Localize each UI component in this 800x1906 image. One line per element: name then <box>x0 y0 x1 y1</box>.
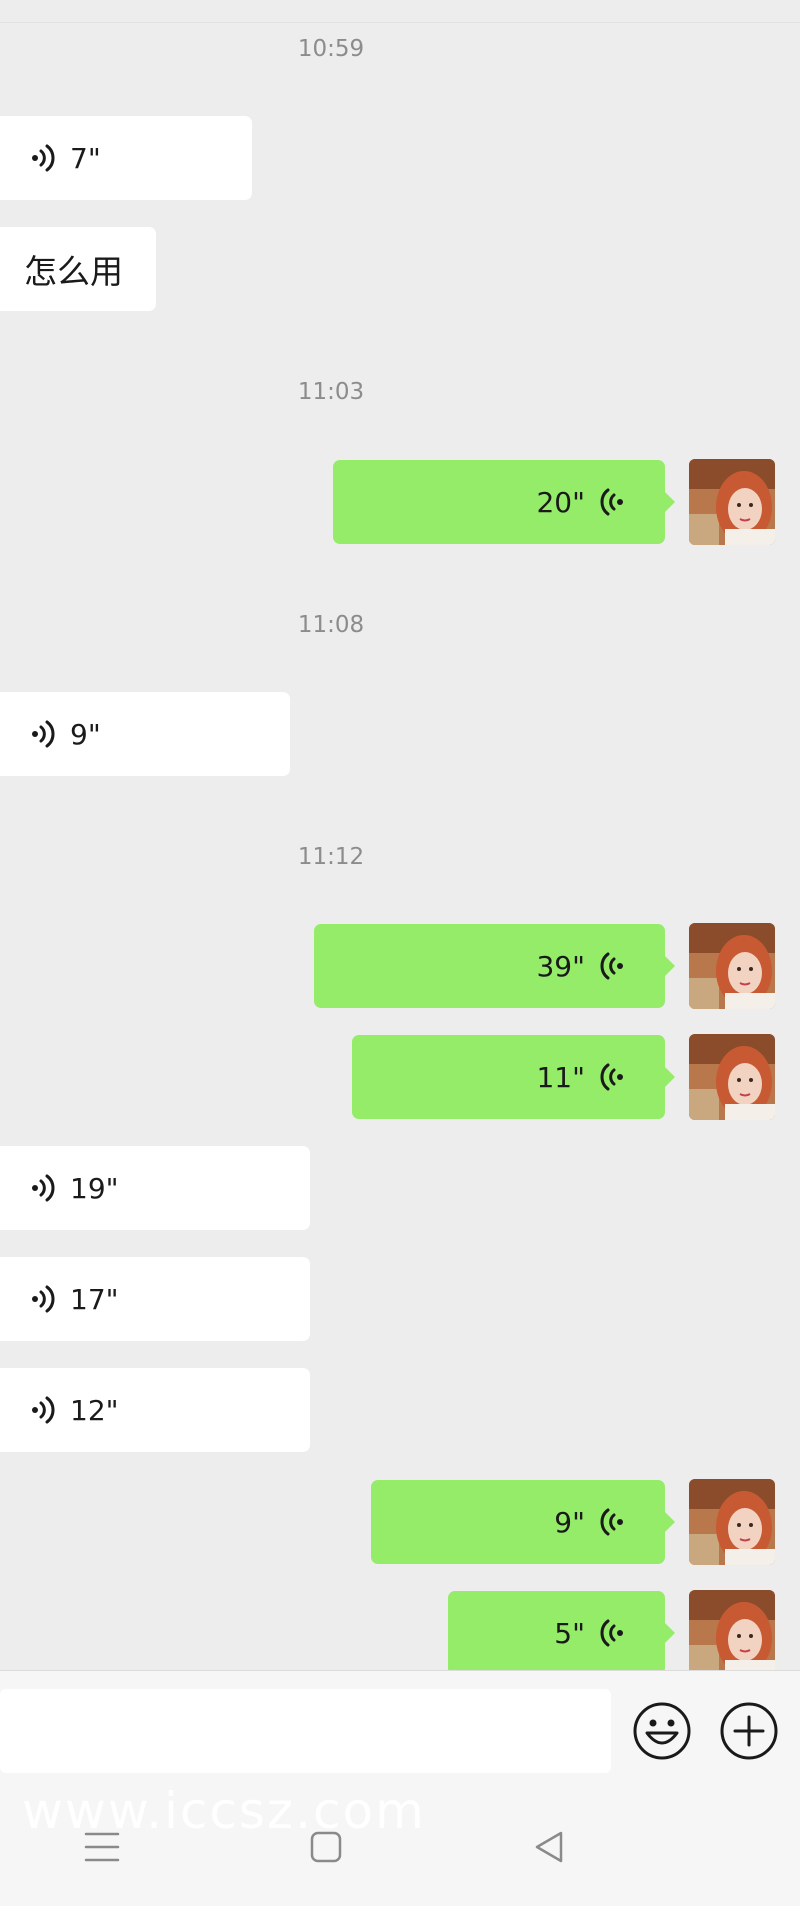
message-input[interactable] <box>0 1689 611 1773</box>
voice-duration: 20" <box>536 485 585 519</box>
outgoing-voice-message[interactable]: 11" <box>352 1035 675 1119</box>
incoming-text-message[interactable]: 怎么用 <box>0 227 156 311</box>
voice-duration: 9" <box>554 1505 585 1539</box>
avatar[interactable] <box>689 459 775 545</box>
home-icon[interactable] <box>309 1830 343 1864</box>
watermark: www.iccsz.com <box>22 1782 426 1840</box>
menu-icon[interactable] <box>84 1830 120 1864</box>
voice-wave-icon <box>30 719 58 749</box>
outgoing-voice-message[interactable]: 9" <box>371 1480 675 1564</box>
avatar[interactable] <box>689 1034 775 1120</box>
avatar[interactable] <box>689 923 775 1009</box>
timestamp: 11:03 <box>297 379 365 405</box>
voice-wave-icon <box>30 1284 58 1314</box>
voice-wave-icon <box>30 143 58 173</box>
voice-duration: 12" <box>70 1393 119 1427</box>
plus-icon[interactable] <box>719 1701 779 1761</box>
message-text: 怎么用 <box>24 252 123 291</box>
incoming-voice-message[interactable]: 9" <box>0 692 290 776</box>
voice-duration: 39" <box>536 949 585 983</box>
outgoing-voice-message[interactable]: 20" <box>333 460 675 544</box>
avatar[interactable] <box>689 1479 775 1565</box>
voice-wave-icon <box>30 1395 58 1425</box>
outgoing-voice-message[interactable]: 39" <box>314 924 675 1008</box>
voice-wave-icon <box>597 1507 625 1537</box>
voice-duration: 11" <box>536 1060 585 1094</box>
voice-wave-icon <box>597 1618 625 1648</box>
input-bar <box>0 1670 800 1775</box>
voice-wave-icon <box>597 951 625 981</box>
voice-duration: 9" <box>70 717 101 751</box>
header-divider <box>0 22 800 23</box>
incoming-voice-message[interactable]: 19" <box>0 1146 310 1230</box>
voice-wave-icon <box>30 1173 58 1203</box>
timestamp: 11:08 <box>297 612 365 638</box>
avatar[interactable] <box>689 1590 775 1670</box>
timestamp: 11:12 <box>297 844 365 870</box>
voice-duration: 19" <box>70 1171 119 1205</box>
chat-area[interactable]: 10:59 7" 怎么用 11:03 20" 11:08 9" 11:12 39… <box>0 0 800 1670</box>
voice-wave-icon <box>597 487 625 517</box>
emoji-icon[interactable] <box>632 1701 692 1761</box>
outgoing-voice-message[interactable]: 5" <box>448 1591 675 1670</box>
voice-duration: 5" <box>554 1616 585 1650</box>
timestamp: 10:59 <box>297 36 365 62</box>
voice-wave-icon <box>597 1062 625 1092</box>
incoming-voice-message[interactable]: 17" <box>0 1257 310 1341</box>
voice-duration: 7" <box>70 141 101 175</box>
incoming-voice-message[interactable]: 7" <box>0 116 252 200</box>
voice-duration: 17" <box>70 1282 119 1316</box>
back-icon[interactable] <box>532 1830 566 1864</box>
incoming-voice-message[interactable]: 12" <box>0 1368 310 1452</box>
